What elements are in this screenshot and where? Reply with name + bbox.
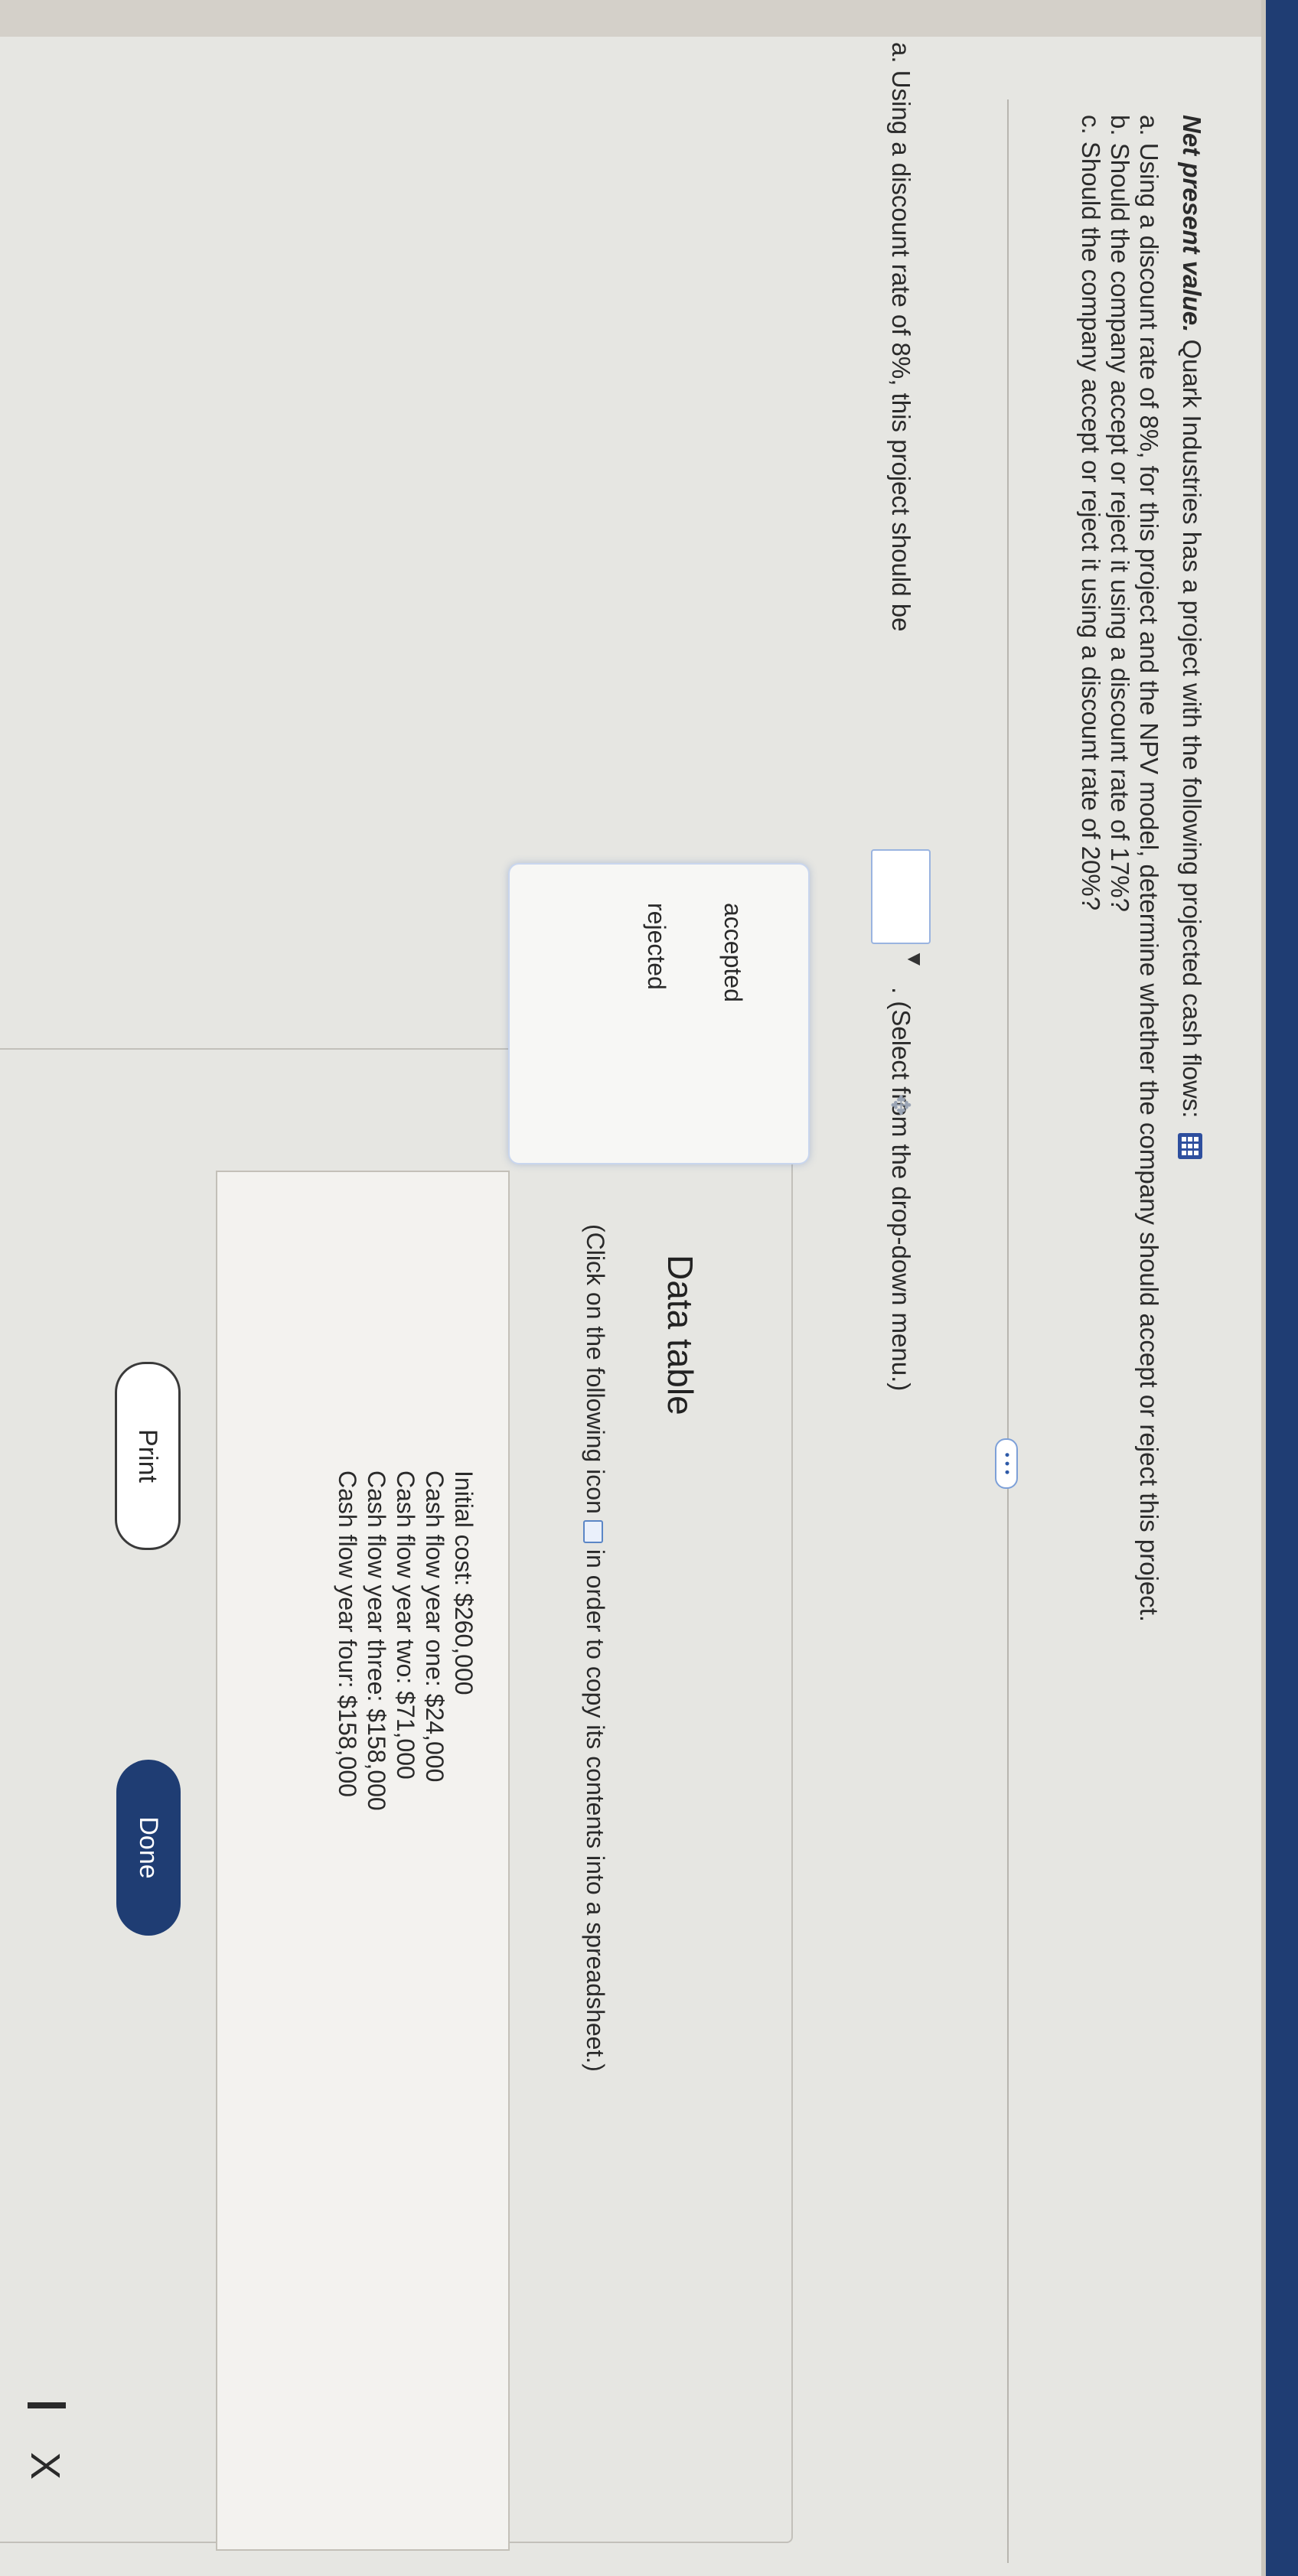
part-a-prompt: a. Using a discount rate of 8%, this pro…	[887, 42, 915, 632]
copy-instructions: (Click on the following icon in order to …	[581, 1224, 609, 2072]
print-button[interactable]: Print	[115, 1362, 181, 1550]
minimize-icon[interactable]	[28, 2402, 66, 2408]
move-handle-icon[interactable]: ✥	[885, 1094, 915, 1116]
left-strip	[0, 0, 1261, 37]
question-part-a: a. Using a discount rate of 8%, for this…	[1135, 115, 1163, 1623]
page-canvas: Net present value. Quark Industries has …	[0, 0, 1298, 2576]
question-part-c: c. Should the company accept or reject i…	[1077, 115, 1105, 911]
done-button[interactable]: Done	[116, 1760, 181, 1936]
answer-dropdown[interactable]	[871, 849, 931, 944]
dropdown-hint: . (Select from the drop-down menu.)	[887, 987, 915, 1392]
question-intro: Quark Industries has a project with the …	[1178, 339, 1206, 1119]
table-row: Cash flow year three: $158,000	[363, 1470, 390, 1811]
table-row: Cash flow year four: $158,000	[334, 1470, 361, 1797]
copy-instructions-after: in order to copy its contents into a spr…	[582, 1549, 609, 2072]
top-banner	[1266, 0, 1298, 2576]
dropdown-option-rejected[interactable]: rejected	[642, 903, 670, 990]
dropdown-option-accepted[interactable]: accepted	[719, 903, 747, 1002]
copy-instructions-before: (Click on the following icon	[582, 1224, 609, 1514]
question-title: Net present value.	[1178, 115, 1206, 333]
table-row: Cash flow year two: $71,000	[392, 1470, 419, 1780]
section-divider	[1007, 99, 1009, 2563]
dropdown-menu: accepted rejected	[508, 863, 810, 1164]
data-table-grid-icon[interactable]	[1177, 1132, 1202, 1159]
question-intro-line: Net present value. Quark Industries has …	[1177, 115, 1206, 2333]
top-banner-divider	[1261, 0, 1266, 2576]
cash-flow-table: Initial cost: $260,000 Cash flow year on…	[216, 1171, 510, 2551]
question-text: Net present value. Quark Industries has …	[1076, 115, 1206, 2333]
table-row: Initial cost: $260,000	[450, 1470, 478, 1695]
data-table-title: Data table	[660, 1255, 700, 1415]
expand-ellipsis-button[interactable]: • • •	[995, 1438, 1018, 1489]
dropdown-arrow-icon[interactable]: ▼	[902, 949, 927, 970]
question-part-b: b. Should the company accept or reject i…	[1106, 115, 1134, 912]
close-icon[interactable]: X	[22, 2452, 68, 2480]
table-row: Cash flow year one: $24,000	[421, 1470, 448, 1783]
copy-icon[interactable]	[583, 1519, 604, 1543]
